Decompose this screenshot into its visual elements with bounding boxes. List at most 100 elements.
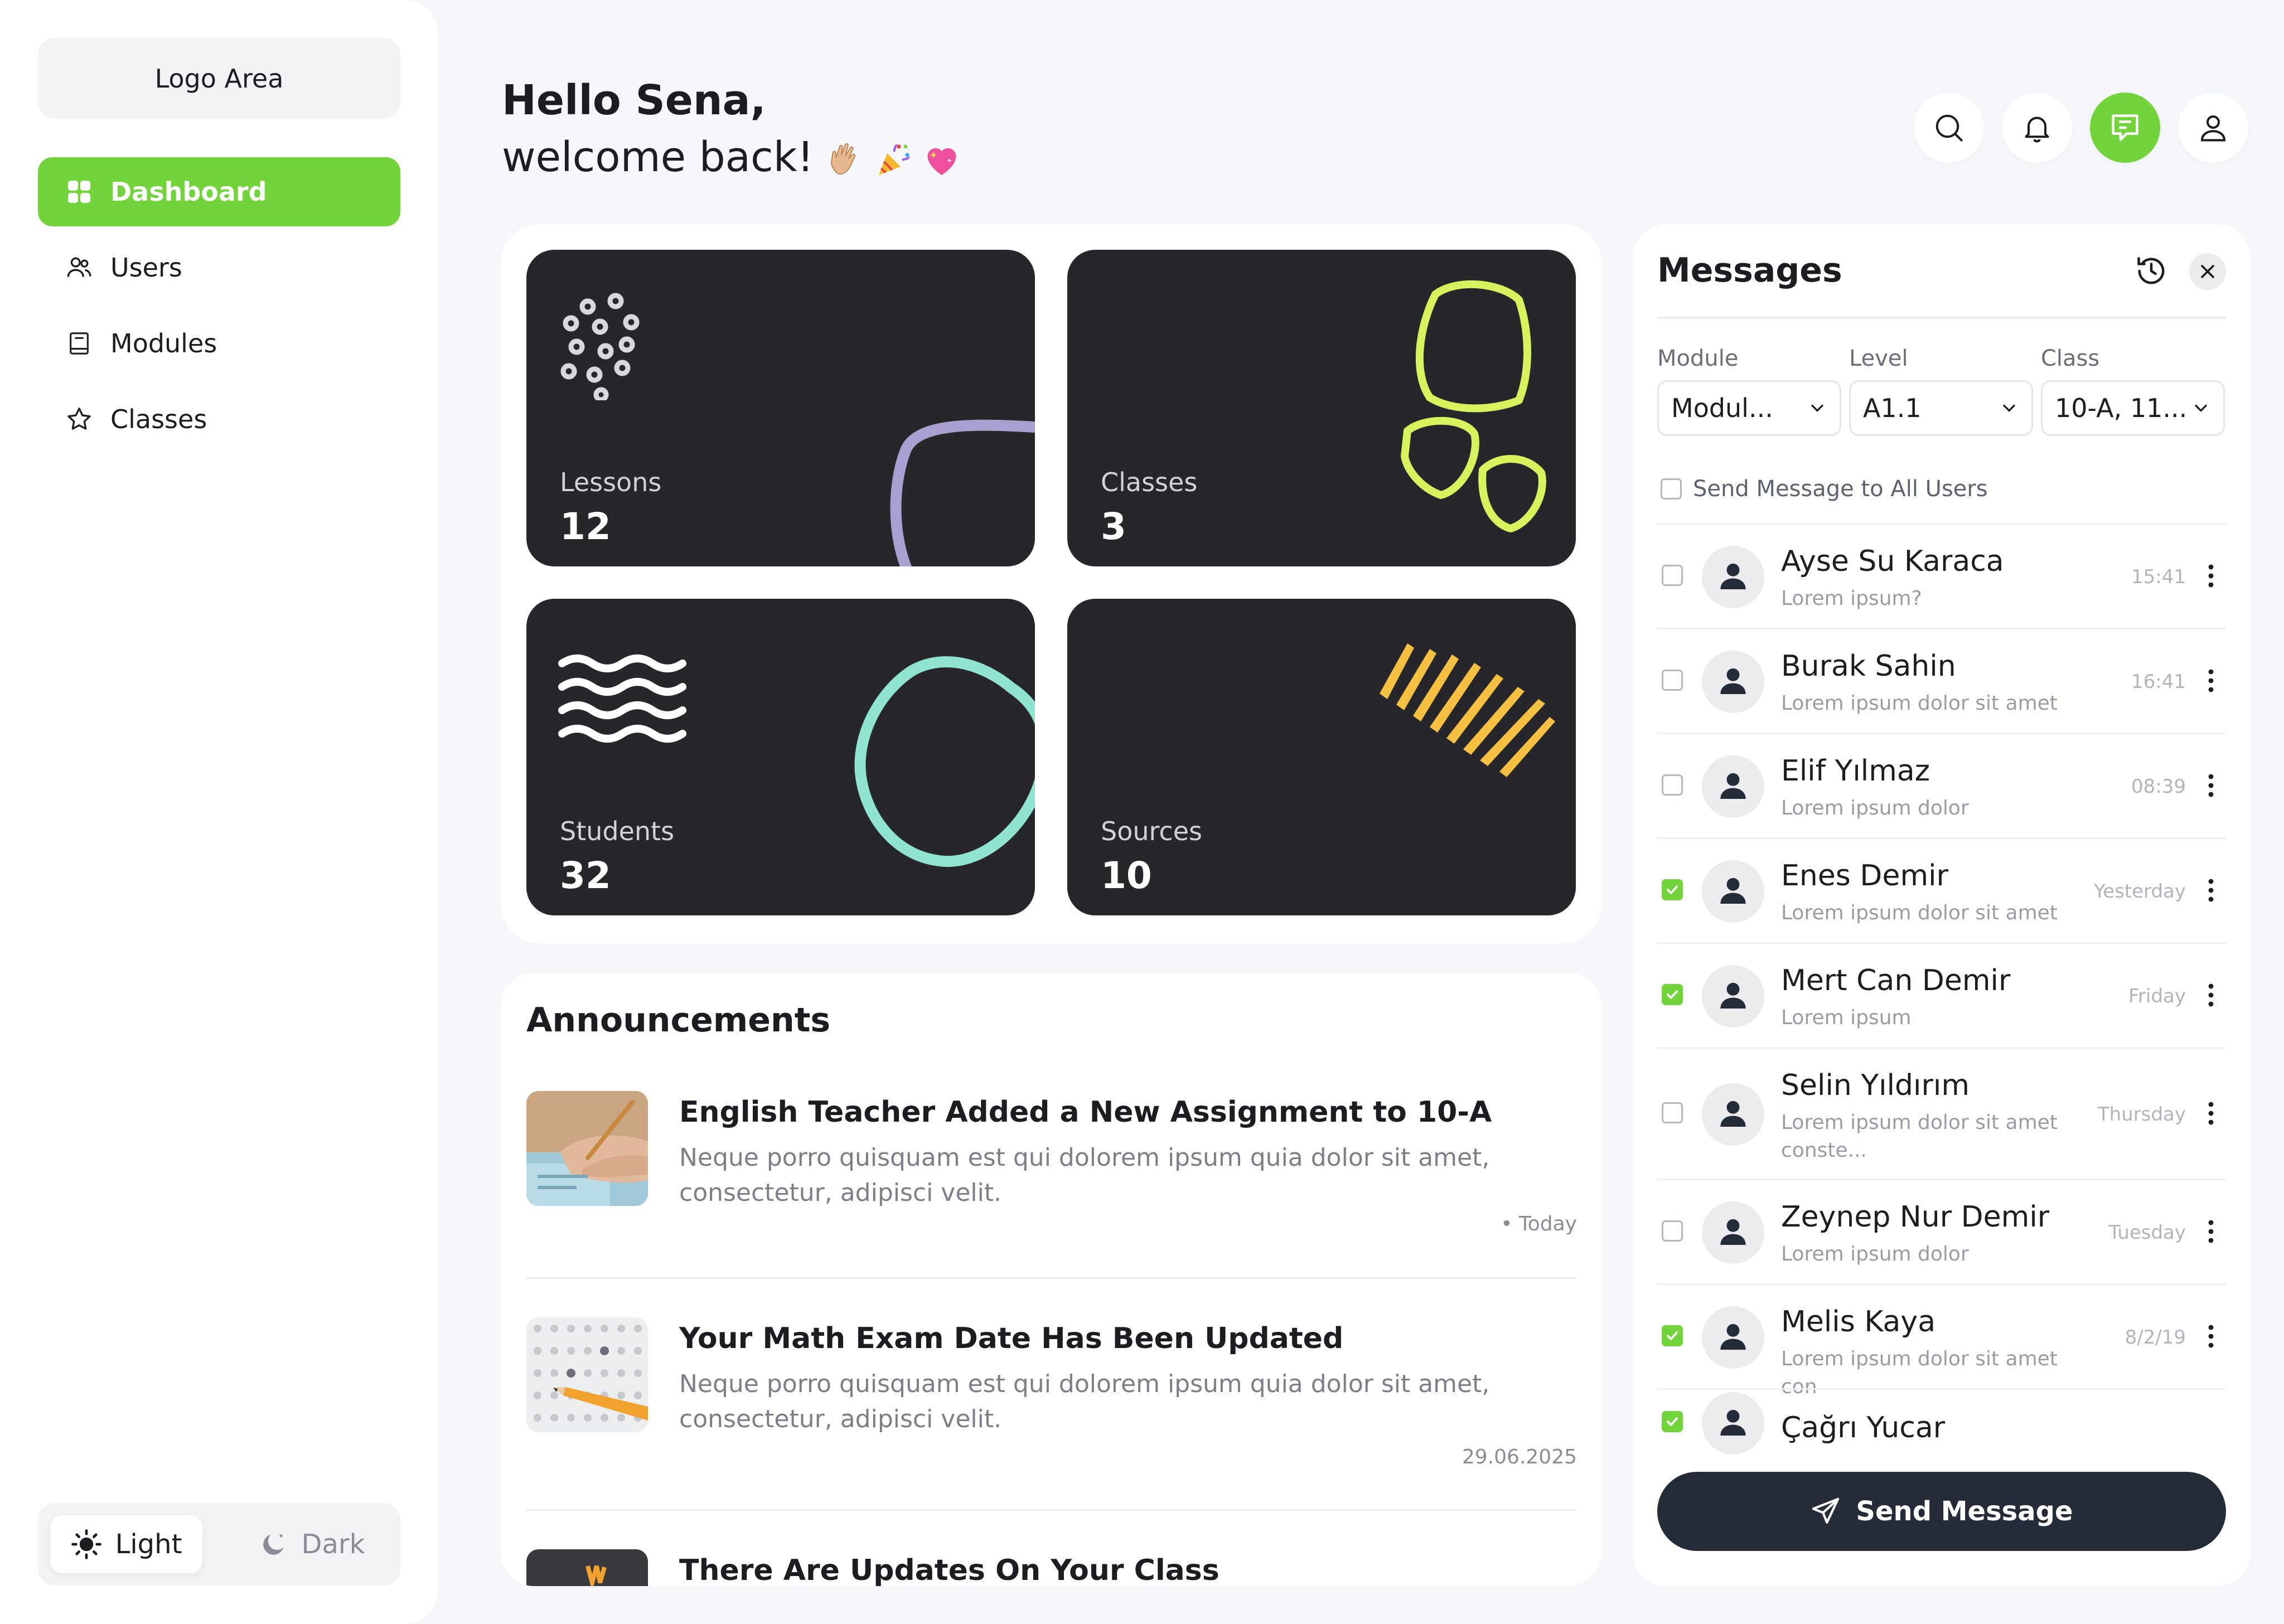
message-preview: Lorem ipsum dolor sit amet conste... bbox=[1781, 1111, 2058, 1162]
light-mode-button[interactable]: Light bbox=[50, 1515, 202, 1573]
announcement-item[interactable]: There Are Updates On Your Class bbox=[526, 1549, 1577, 1586]
sidebar-item-label: Users bbox=[110, 253, 182, 283]
greeting: Hello Sena, welcome back! bbox=[502, 72, 970, 186]
close-button[interactable] bbox=[2189, 253, 2226, 290]
announcement-item[interactable]: Your Math Exam Date Has Been Updated Neq… bbox=[526, 1317, 1577, 1468]
send-all-label: Send Message to All Users bbox=[1693, 476, 1988, 502]
send-message-label: Send Message bbox=[1856, 1496, 2073, 1527]
announcement-thumbnail-class bbox=[526, 1549, 648, 1586]
messages-panel: Messages Module Level Class Modul... A1.… bbox=[1633, 224, 2251, 1586]
messages-button[interactable] bbox=[2090, 93, 2160, 163]
classes-shape-decoration bbox=[1401, 280, 1546, 532]
profile-button[interactable] bbox=[2178, 93, 2248, 163]
message-sender: Mert Can Demir bbox=[1781, 964, 2011, 997]
more-options-button[interactable] bbox=[2203, 1321, 2219, 1354]
message-sender: Çağrı Yucar bbox=[1781, 1411, 1946, 1444]
stat-card-lessons[interactable]: Lessons 12 bbox=[526, 250, 1035, 566]
dark-mode-button[interactable]: Dark bbox=[236, 1515, 388, 1573]
more-options-button[interactable] bbox=[2203, 1098, 2219, 1131]
announcements-panel: Announcements English Teacher Added a Ne… bbox=[501, 973, 1601, 1586]
stat-card-classes[interactable]: Classes 3 bbox=[1067, 250, 1576, 566]
message-row[interactable]: Çağrı Yucar bbox=[1657, 1388, 2226, 1455]
message-row[interactable]: Ayse Su Karaca Lorem ipsum? 15:41 bbox=[1657, 523, 2226, 628]
more-options-button[interactable] bbox=[2203, 665, 2219, 699]
search-button[interactable] bbox=[1914, 93, 1984, 163]
message-preview: Lorem ipsum dolor bbox=[1781, 1243, 1969, 1266]
message-time: 16:41 bbox=[2131, 671, 2186, 693]
message-checkbox[interactable] bbox=[1662, 1220, 1683, 1242]
more-vertical-icon bbox=[2208, 1101, 2214, 1128]
more-options-button[interactable] bbox=[2203, 560, 2219, 594]
person-icon bbox=[1715, 872, 1751, 910]
moon-icon bbox=[263, 1534, 283, 1555]
welcome-line: welcome back! bbox=[502, 128, 970, 186]
message-row[interactable]: Zeynep Nur Demir Lorem ipsum dolor Tuesday bbox=[1657, 1179, 2226, 1283]
message-checkbox[interactable] bbox=[1662, 1325, 1683, 1346]
class-select[interactable]: 10-A, 11... bbox=[2041, 380, 2225, 436]
stat-card-sources[interactable]: Sources 10 bbox=[1067, 599, 1576, 915]
message-checkbox[interactable] bbox=[1662, 670, 1683, 691]
party-popper-icon bbox=[874, 137, 914, 177]
message-time: Thursday bbox=[2097, 1103, 2186, 1126]
send-icon bbox=[1812, 1497, 1840, 1524]
message-time: Yesterday bbox=[2093, 880, 2186, 903]
more-options-button[interactable] bbox=[2203, 980, 2219, 1013]
dark-mode-label: Dark bbox=[301, 1529, 365, 1560]
stat-value: 32 bbox=[560, 854, 611, 897]
message-checkbox[interactable] bbox=[1662, 1411, 1683, 1432]
send-all-checkbox[interactable] bbox=[1661, 478, 1682, 500]
stat-value: 12 bbox=[560, 505, 611, 548]
more-vertical-icon bbox=[2208, 564, 2214, 590]
message-checkbox[interactable] bbox=[1662, 565, 1683, 586]
dots-decoration bbox=[560, 293, 640, 400]
more-options-button[interactable] bbox=[2203, 875, 2219, 908]
class-filter-label: Class bbox=[2041, 346, 2100, 371]
message-sender: Elif Yılmaz bbox=[1781, 754, 1930, 788]
users-icon bbox=[65, 253, 94, 282]
chevron-down-icon bbox=[1811, 404, 1823, 412]
book-icon bbox=[65, 329, 94, 358]
message-time: Friday bbox=[2128, 985, 2186, 1007]
messages-icon bbox=[2112, 114, 2138, 141]
message-row[interactable]: Selin Yıldırım Lorem ipsum dolor sit amet… bbox=[1657, 1047, 2226, 1179]
message-sender: Enes Demir bbox=[1781, 859, 1948, 893]
sidebar-item-dashboard[interactable]: Dashboard bbox=[38, 157, 400, 226]
announcement-date: 29.06.2025 bbox=[1462, 1446, 1577, 1468]
message-sender: Zeynep Nur Demir bbox=[1781, 1200, 2050, 1234]
send-message-button[interactable]: Send Message bbox=[1657, 1472, 2226, 1551]
level-select[interactable]: A1.1 bbox=[1849, 380, 2033, 436]
message-checkbox[interactable] bbox=[1662, 1102, 1683, 1123]
announcement-thumbnail-writing bbox=[526, 1091, 648, 1206]
message-row[interactable]: Burak Sahin Lorem ipsum dolor sit amet 16:… bbox=[1657, 628, 2226, 733]
person-icon bbox=[1715, 768, 1751, 806]
sidebar-item-modules[interactable]: Modules bbox=[38, 309, 400, 378]
message-row[interactable]: Enes Demir Lorem ipsum dolor sit amet Yest… bbox=[1657, 837, 2226, 942]
announcement-title: English Teacher Added a New Assignment t… bbox=[679, 1095, 1492, 1129]
message-row[interactable]: Melis Kaya Lorem ipsum dolor sit amet con… bbox=[1657, 1283, 2226, 1398]
waving-hand-icon bbox=[826, 137, 866, 177]
message-row[interactable]: Elif Yılmaz Lorem ipsum dolor 08:39 bbox=[1657, 733, 2226, 837]
more-options-button[interactable] bbox=[2203, 1216, 2219, 1249]
announcement-item[interactable]: English Teacher Added a New Assignment t… bbox=[526, 1091, 1577, 1236]
message-checkbox[interactable] bbox=[1662, 879, 1683, 900]
user-icon bbox=[2200, 115, 2226, 142]
avatar bbox=[1702, 1083, 1764, 1146]
message-sender: Selin Yıldırım bbox=[1781, 1069, 1970, 1102]
students-shape-decoration bbox=[854, 656, 1035, 867]
send-all-option[interactable]: Send Message to All Users bbox=[1661, 476, 1988, 502]
notifications-button[interactable] bbox=[2002, 93, 2072, 163]
more-options-button[interactable] bbox=[2203, 770, 2219, 803]
greeting-title: Hello Sena, bbox=[502, 76, 766, 124]
sidebar-item-classes[interactable]: Classes bbox=[38, 385, 400, 454]
sidebar-item-label: Modules bbox=[110, 328, 217, 358]
messages-title: Messages bbox=[1657, 251, 1842, 290]
avatar bbox=[1702, 755, 1764, 818]
module-select[interactable]: Modul... bbox=[1657, 380, 1841, 436]
chevron-down-icon bbox=[2003, 404, 2015, 412]
message-row[interactable]: Mert Can Demir Lorem ipsum Friday bbox=[1657, 942, 2226, 1047]
sidebar-item-users[interactable]: Users bbox=[38, 233, 400, 302]
history-button[interactable] bbox=[2133, 253, 2169, 289]
message-checkbox[interactable] bbox=[1662, 774, 1683, 796]
message-checkbox[interactable] bbox=[1662, 984, 1683, 1005]
stat-card-students[interactable]: Students 32 bbox=[526, 599, 1035, 915]
